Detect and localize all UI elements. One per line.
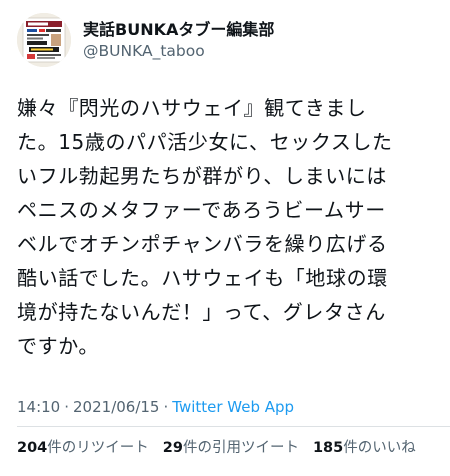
retweets-label: 件のリツイート [47,440,149,456]
tweet-card: 実話BUNKAタブー編集部 @BUNKA_taboo 嫌々『閃光のハサウェイ』観… [0,0,450,476]
quotes-label: 件の引用ツイート [182,440,299,456]
likes-count: 185 [312,440,344,456]
tweet-meta: 14:10 · 2021/06/15 · Twitter Web App [17,397,294,417]
tweet-text-line: ベルでオチンポチャンバラを繰り広げる [17,232,388,256]
likes-label: 件のいいね [343,440,416,456]
meta-separator: · [64,398,70,416]
likes-stat[interactable]: 185件のいいね [313,438,416,458]
quotes-stat[interactable]: 29件の引用ツイート [163,438,299,458]
tweet-text-line: 嫌々『閃光のハサウェイ』観てきまし [17,96,367,120]
meta-separator: · [163,398,169,416]
tweet-text-line: 酷い話でした。ハサウェイも「地球の環 [17,266,388,290]
retweets-count: 204 [17,440,48,456]
avatar[interactable] [17,13,71,67]
tweet-text: 嫌々『閃光のハサウェイ』観てきまし た。15歳のパパ活少女に、セックスした いフ… [17,91,437,363]
tweet-text-line: ですか。 [17,334,99,358]
tweet-stats: 204件のリツイート 29件の引用ツイート 185件のいいね [17,438,430,458]
tweet-time[interactable]: 14:10 [17,398,60,416]
tweet-text-line: 境が持たないんだ！」って、グレタさん [17,300,386,324]
tweet-text-line: ペニスのメタファーであろうビームサー [17,198,386,222]
author-handle[interactable]: @BUNKA_taboo [83,41,274,62]
tweet-source-link[interactable]: Twitter Web App [172,398,294,416]
author-names: 実話BUNKAタブー編集部 @BUNKA_taboo [83,19,274,62]
magazine-cover-icon [17,13,71,67]
retweets-stat[interactable]: 204件のリツイート [17,438,149,458]
tweet-date[interactable]: 2021/06/15 [73,398,159,416]
author-display-name[interactable]: 実話BUNKAタブー編集部 [83,19,274,40]
divider [17,426,450,427]
tweet-text-line: た。15歳のパパ活少女に、セックスした [17,130,393,154]
quotes-count: 29 [162,440,183,456]
tweet-text-line: いフル勃起男たちが群がり、しまいには [17,164,387,188]
tweet-header: 実話BUNKAタブー編集部 @BUNKA_taboo [17,13,274,67]
